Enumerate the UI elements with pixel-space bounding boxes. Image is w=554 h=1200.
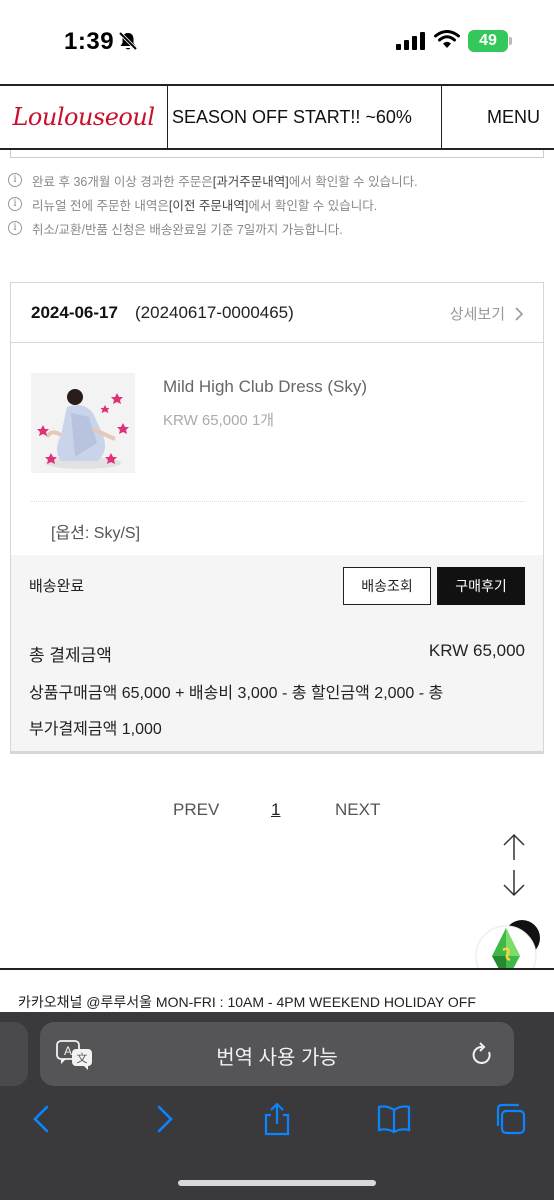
bookmarks-icon[interactable] bbox=[377, 1102, 411, 1136]
back-icon[interactable] bbox=[26, 1102, 60, 1136]
product-image[interactable] bbox=[31, 373, 135, 473]
order-status-section: 배송완료 배송조회 구매후기 총 결제금액 KRW 65,000 상품구매금액 … bbox=[11, 555, 543, 751]
product-price: KRW 65,000 1개 bbox=[163, 412, 275, 429]
view-details-label: 상세보기 bbox=[449, 306, 505, 323]
payment-breakdown-continued: 부가결제금액 1,000 bbox=[29, 721, 162, 738]
total-payment-value: KRW 65,000 bbox=[428, 641, 525, 660]
previous-tab-edge[interactable] bbox=[0, 1022, 28, 1086]
track-delivery-button[interactable]: 배송조회 bbox=[343, 567, 431, 605]
home-indicator bbox=[178, 1180, 376, 1186]
order-number: (20240617-0000465) bbox=[135, 303, 294, 322]
status-time: 1:39 bbox=[64, 28, 115, 55]
cellular-signal-icon bbox=[396, 32, 425, 50]
note-item: i 리뉴얼 전에 주문한 내역은 [이전 주문내역] 에서 확인할 수 있습니다. bbox=[8, 192, 548, 216]
wifi-icon bbox=[434, 30, 460, 48]
battery-level: 49 bbox=[468, 30, 508, 52]
delivery-status: 배송완료 bbox=[29, 578, 85, 595]
scroll-bottom-arrow-icon[interactable] bbox=[502, 868, 526, 898]
pagination: PREV 1 NEXT bbox=[0, 800, 554, 824]
order-header: 2024-06-17 (20240617-0000465) 상세보기 bbox=[11, 283, 543, 343]
info-icon: i bbox=[8, 221, 22, 235]
prev-page-link[interactable]: PREV bbox=[173, 800, 219, 820]
payment-breakdown: 상품구매금액 65,000 + 배송비 3,000 - 총 할인금액 2,000… bbox=[29, 685, 444, 702]
browser-nav-bar bbox=[0, 1098, 554, 1148]
address-text: 번역 사용 가능 bbox=[216, 1047, 338, 1069]
site-header: Loulouseoul SEASON OFF START!! ~60% MENU bbox=[0, 84, 554, 150]
footer-info: 카카오채널 @루루서울 MON-FRI : 10AM - 4PM WEEKEND… bbox=[18, 994, 476, 1010]
menu-button[interactable]: MENU bbox=[442, 86, 554, 148]
note-item: i 취소/교환/반품 신청은 배송완료일 기준 7일까지 가능합니다. bbox=[8, 216, 548, 240]
write-review-button[interactable]: 구매후기 bbox=[437, 567, 525, 605]
info-icon: i bbox=[8, 173, 22, 187]
browser-toolbar: A 文 번역 사용 가능 bbox=[0, 1012, 554, 1200]
tabs-icon[interactable] bbox=[494, 1102, 528, 1136]
note-text: 에서 확인할 수 있습니다. bbox=[248, 198, 378, 213]
promo-banner[interactable]: SEASON OFF START!! ~60% bbox=[168, 86, 442, 148]
logo-text: Loulouseoul bbox=[12, 103, 155, 131]
note-text: 리뉴얼 전에 주문한 내역은 bbox=[32, 198, 169, 213]
previous-section-edge bbox=[10, 150, 544, 158]
note-text: 취소/교환/반품 신청은 배송완료일 기준 7일까지 가능합니다. bbox=[32, 222, 343, 237]
note-item: i 완료 후 36개월 이상 경과한 주문은 [과거주문내역] 에서 확인할 수 … bbox=[8, 168, 548, 192]
note-text: 완료 후 36개월 이상 경과한 주문은 bbox=[32, 174, 213, 189]
status-bar: 1:39 49 bbox=[0, 0, 554, 84]
order-card: 2024-06-17 (20240617-0000465) 상세보기 Mild … bbox=[10, 282, 544, 754]
forward-icon[interactable] bbox=[146, 1102, 180, 1136]
site-footer: 카카오채널 @루루서울 MON-FRI : 10AM - 4PM WEEKEND… bbox=[0, 968, 554, 1012]
reload-icon[interactable] bbox=[470, 1042, 494, 1068]
info-icon: i bbox=[8, 197, 22, 211]
current-page[interactable]: 1 bbox=[271, 800, 280, 820]
scroll-top-arrow-icon[interactable] bbox=[502, 832, 526, 862]
order-notes: i 완료 후 36개월 이상 경과한 주문은 [과거주문내역] 에서 확인할 수 … bbox=[8, 168, 548, 240]
divider bbox=[31, 501, 525, 502]
share-icon[interactable] bbox=[260, 1102, 294, 1136]
product-name[interactable]: Mild High Club Dress (Sky) bbox=[163, 377, 367, 397]
bell-slash-icon bbox=[118, 31, 138, 51]
note-text: 에서 확인할 수 있습니다. bbox=[288, 174, 418, 189]
previous-orders-link[interactable]: [이전 주문내역] bbox=[169, 195, 248, 214]
view-details-link[interactable]: 상세보기 bbox=[450, 303, 525, 324]
next-page-link[interactable]: NEXT bbox=[335, 800, 380, 820]
chevron-right-icon bbox=[515, 306, 524, 321]
battery-tip bbox=[509, 37, 512, 45]
past-orders-link[interactable]: [과거주문내역] bbox=[213, 171, 289, 190]
order-date: 2024-06-17 bbox=[31, 303, 118, 322]
address-bar[interactable]: A 文 번역 사용 가능 bbox=[40, 1022, 514, 1086]
product-option: [옵션: Sky/S] bbox=[51, 525, 141, 542]
total-payment-label: 총 결제금액 bbox=[29, 646, 112, 665]
site-logo[interactable]: Loulouseoul bbox=[0, 86, 168, 148]
